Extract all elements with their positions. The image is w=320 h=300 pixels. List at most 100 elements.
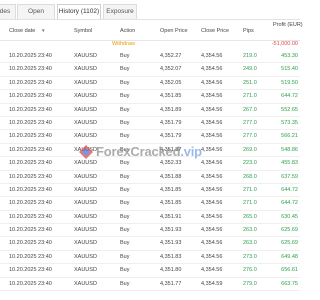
tab-positions[interactable]: des: [0, 4, 16, 19]
cell-close-price: 4,354.56: [201, 160, 223, 167]
cell-action: Buy: [120, 106, 130, 113]
cell-profit: 453.30: [281, 53, 298, 59]
cell-action: Buy: [120, 253, 130, 260]
withdraw-amount: -51,000.00: [271, 41, 298, 47]
table-row[interactable]: 10.20.2025 23:40 XAUUSD Buy 4,351.79 4,354.5…: [0, 117, 300, 131]
table-row[interactable]: 10.20.2025 23:40 XAUUSD Buy 4,351.88 4,354.5…: [0, 171, 300, 184]
cell-close-date: 10.20.2025 23:40: [9, 253, 52, 260]
table-row[interactable]: 10.20.2025 23:40 XAUUSD Buy 4,351.85 4,354.5…: [0, 197, 300, 211]
cell-pips: 263.0: [243, 240, 257, 247]
cell-profit: 552.65: [281, 106, 298, 113]
cell-profit: 644.72: [281, 93, 298, 100]
table-row[interactable]: 10.20.2025 23:40 XAUUSD Buy 4,352.05 4,354.5…: [0, 77, 300, 91]
cell-pips: 263.0: [243, 227, 257, 234]
header-action[interactable]: Action: [120, 28, 135, 34]
cell-profit: 455.83: [281, 160, 298, 167]
header-open-price[interactable]: Open Price: [160, 28, 188, 34]
cell-profit: 515.40: [281, 66, 298, 73]
cell-open-price: 4,352.07: [160, 66, 182, 73]
cell-symbol: XAUUSD: [74, 267, 97, 274]
table-row[interactable]: 10.20.2025 23:40 XAUUSD Buy 4,351.89 4,354.5…: [0, 104, 300, 117]
sort-desc-icon[interactable]: ▼: [41, 28, 45, 33]
cell-close-date: 10.20.2025 23:40: [9, 146, 52, 153]
cell-pips: 251.0: [243, 79, 257, 86]
cell-close-date: 10.20.2025 23:40: [9, 53, 52, 59]
table-row[interactable]: 10.20.2025 23:40 XAUUSD Buy 4,351.85 4,354.5…: [0, 90, 300, 104]
table-row[interactable]: 10.20.2025 23:40 XAUUSD Buy 4,351.77 4,354.5…: [0, 278, 300, 292]
cell-symbol: XAUUSD: [74, 240, 97, 247]
table-row[interactable]: 10.20.2025 23:40 XAUUSD Buy 4,352.33 4,354.5…: [0, 157, 300, 171]
cell-close-price: 4,354.56: [201, 267, 223, 274]
header-pips[interactable]: Pips: [243, 28, 254, 34]
cell-symbol: XAUUSD: [74, 133, 97, 140]
tab-exposure[interactable]: Exposure: [103, 4, 137, 19]
cell-close-price: 4,354.59: [201, 280, 223, 287]
cell-symbol: XAUUSD: [74, 146, 97, 153]
cell-open-price: 4,351.93: [160, 240, 182, 247]
table-row[interactable]: 10.20.2025 23:40 XAUUSD Buy 4,351.85 4,354.5…: [0, 184, 300, 198]
cell-profit: 637.59: [281, 173, 298, 180]
cell-open-price: 4,352.27: [160, 53, 182, 59]
cell-action: Buy: [120, 186, 130, 193]
cell-close-date: 10.20.2025 23:40: [9, 186, 52, 193]
cell-close-date: 10.20.2025 23:40: [9, 160, 52, 167]
cell-symbol: XAUUSD: [74, 119, 97, 126]
cell-open-price: 4,351.83: [160, 253, 182, 260]
cell-profit: 625.69: [281, 227, 298, 234]
table-row[interactable]: 10.20.2025 23:40 XAUUSD Buy 4,351.83 4,354.5…: [0, 251, 300, 265]
cell-profit: 630.45: [281, 213, 298, 220]
table-row[interactable]: 10.20.2025 23:40 XAUUSD Buy 4,351.91 4,354.5…: [0, 211, 300, 225]
withdraw-label: Withdraw: [112, 41, 135, 47]
cell-open-price: 4,351.93: [160, 227, 182, 234]
cell-open-price: 4,351.79: [160, 119, 182, 126]
table-row[interactable]: 10.20.2025 23:40 XAUUSD Buy 4,352.27 4,354.5…: [0, 50, 300, 64]
cell-pips: 267.0: [243, 106, 257, 113]
cell-action: Buy: [120, 160, 130, 167]
header-close-date[interactable]: Close date: [9, 28, 35, 34]
tab-bar: des Open Orders History (1102) Exposure: [0, 0, 300, 28]
cell-pips: 277.0: [243, 119, 257, 126]
cell-symbol: XAUUSD: [74, 160, 97, 167]
cell-pips: 223.0: [243, 160, 257, 167]
cell-action: Buy: [120, 227, 130, 234]
cell-close-price: 4,354.56: [201, 200, 223, 207]
table-row[interactable]: 10.20.2025 23:40 XAUUSD Buy 4,351.87 4,354.5…: [0, 144, 300, 158]
tab-open-orders[interactable]: Open Orders: [17, 4, 55, 28]
table-row[interactable]: 10.20.2025 23:40 XAUUSD Buy 4,351.93 4,354.5…: [0, 237, 300, 251]
cell-close-date: 10.20.2025 23:40: [9, 200, 52, 207]
cell-open-price: 4,351.89: [160, 106, 182, 113]
cell-profit: 566.21: [281, 133, 298, 140]
cell-pips: 279.0: [243, 280, 257, 287]
cell-close-date: 10.20.2025 23:40: [9, 227, 52, 234]
header-close-price[interactable]: Close Price: [201, 28, 229, 34]
cell-close-price: 4,354.56: [201, 79, 223, 86]
cell-open-price: 4,351.77: [160, 280, 182, 287]
cell-close-date: 10.20.2025 23:40: [9, 106, 52, 113]
cell-action: Buy: [120, 146, 130, 153]
table-row[interactable]: 10.20.2025 23:40 XAUUSD Buy 4,352.07 4,354.5…: [0, 63, 300, 77]
cell-close-price: 4,354.56: [201, 119, 223, 126]
header-symbol[interactable]: Symbol: [74, 28, 92, 34]
cell-profit: 663.75: [281, 280, 298, 287]
cell-pips: 219.0: [243, 53, 257, 59]
cell-action: Buy: [120, 53, 130, 59]
table-row[interactable]: 10.20.2025 23:40 XAUUSD Buy 4,351.80 4,354.5…: [0, 264, 300, 278]
table-row[interactable]: 10.20.2025 23:40 XAUUSD Buy 4,351.79 4,354.5…: [0, 130, 300, 144]
cell-close-date: 10.20.2025 23:40: [9, 93, 52, 100]
cell-pips: 268.0: [243, 173, 257, 180]
cell-close-price: 4,354.56: [201, 53, 223, 59]
cell-open-price: 4,352.05: [160, 79, 182, 86]
cell-close-price: 4,354.56: [201, 253, 223, 260]
cell-close-date: 10.20.2025 23:40: [9, 66, 52, 73]
header-profit[interactable]: Profit (EUR): [273, 22, 303, 29]
tab-history[interactable]: History (1102): [57, 4, 101, 19]
cell-profit: 644.72: [281, 200, 298, 207]
cell-open-price: 4,351.91: [160, 213, 182, 220]
cell-close-date: 10.20.2025 23:40: [9, 173, 52, 180]
table-row[interactable]: 10.20.2025 23:40 XAUUSD Buy 4,351.93 4,354.5…: [0, 224, 300, 238]
cell-close-date: 10.20.2025 23:40: [9, 133, 52, 140]
cell-close-price: 4,354.56: [201, 213, 223, 220]
cell-pips: 277.0: [243, 133, 257, 140]
cell-symbol: XAUUSD: [74, 227, 97, 234]
cell-close-price: 4,354.56: [201, 133, 223, 140]
